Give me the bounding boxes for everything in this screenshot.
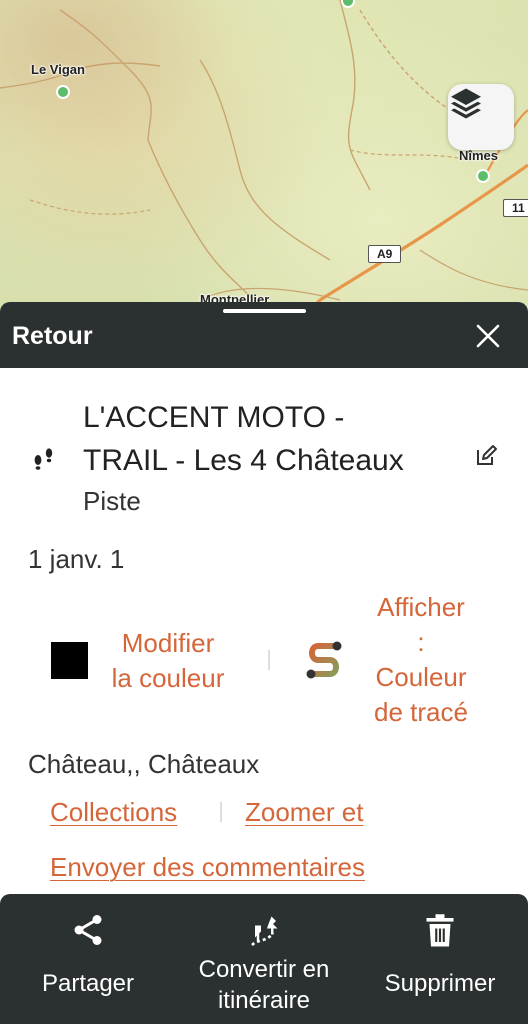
convert-to-route-button[interactable]: Convertir en itinéraire <box>180 894 348 1024</box>
road-shield-a9: A9 <box>368 245 402 263</box>
track-type: Piste <box>83 486 141 516</box>
layers-button[interactable] <box>448 84 514 150</box>
zoom-link[interactable]: Zoomer et <box>245 797 364 828</box>
show-track-color-button[interactable]: Afficher : Couleur de tracé <box>356 590 486 730</box>
track-title: L'ACCENT MOTO - TRAIL - Les 4 Châteaux <box>83 396 453 482</box>
route-color-icon[interactable] <box>304 640 344 680</box>
city-marker-le-vigan[interactable] <box>56 85 70 99</box>
footsteps-icon <box>34 448 53 470</box>
sheet-header: Retour <box>0 302 528 368</box>
layers-icon <box>451 88 481 119</box>
trash-icon <box>426 914 454 947</box>
convert-route-icon <box>251 916 278 947</box>
share-button[interactable]: Partager <box>20 894 156 1024</box>
city-label-le-vigan: Le Vigan <box>31 62 85 77</box>
show-color-line3: Couleur <box>375 662 467 692</box>
divider <box>268 650 270 670</box>
show-color-line1: Afficher <box>377 592 465 622</box>
convert-label-line2: itinéraire <box>217 987 311 1014</box>
bottom-action-bar: Partager Convertir en itinéraire Supprim… <box>0 894 528 1024</box>
share-icon <box>74 915 102 945</box>
track-date: 1 janv. 1 <box>28 544 125 574</box>
track-title-line2: TRAIL - Les 4 Châteaux <box>83 444 404 477</box>
road-shield-11: 11 <box>503 199 528 217</box>
track-title-line1: L'ACCENT MOTO - <box>83 401 345 434</box>
drag-handle[interactable] <box>223 309 306 313</box>
close-icon <box>476 324 500 348</box>
modify-color-button[interactable]: Modifier la couleur <box>98 626 238 696</box>
modify-color-line2: la couleur <box>111 663 225 693</box>
delete-button[interactable]: Supprimer <box>370 894 510 1024</box>
color-swatch[interactable] <box>51 642 88 679</box>
map-view[interactable]: Le Vigan Nîmes Montpellier A9 11 <box>0 0 528 320</box>
track-categories: Château,, Châteaux <box>28 749 260 779</box>
city-label-nimes: Nîmes <box>459 148 499 163</box>
edit-icon[interactable] <box>474 444 498 468</box>
show-color-line4: de tracé <box>374 697 468 727</box>
link-divider <box>220 802 222 822</box>
close-button[interactable] <box>470 318 506 354</box>
share-label: Partager <box>41 970 135 997</box>
map-roads <box>0 0 528 320</box>
send-feedback-link[interactable]: Envoyer des commentaires <box>50 852 365 883</box>
back-button[interactable]: Retour <box>12 322 93 351</box>
convert-label: Convertir en itinéraire <box>180 954 348 1016</box>
city-marker-nimes[interactable] <box>476 169 490 183</box>
delete-label: Supprimer <box>384 970 496 997</box>
modify-color-line1: Modifier <box>121 628 215 658</box>
convert-label-line1: Convertir en <box>198 956 330 983</box>
show-color-line2: : <box>417 627 425 657</box>
collections-link[interactable]: Collections <box>50 797 177 828</box>
